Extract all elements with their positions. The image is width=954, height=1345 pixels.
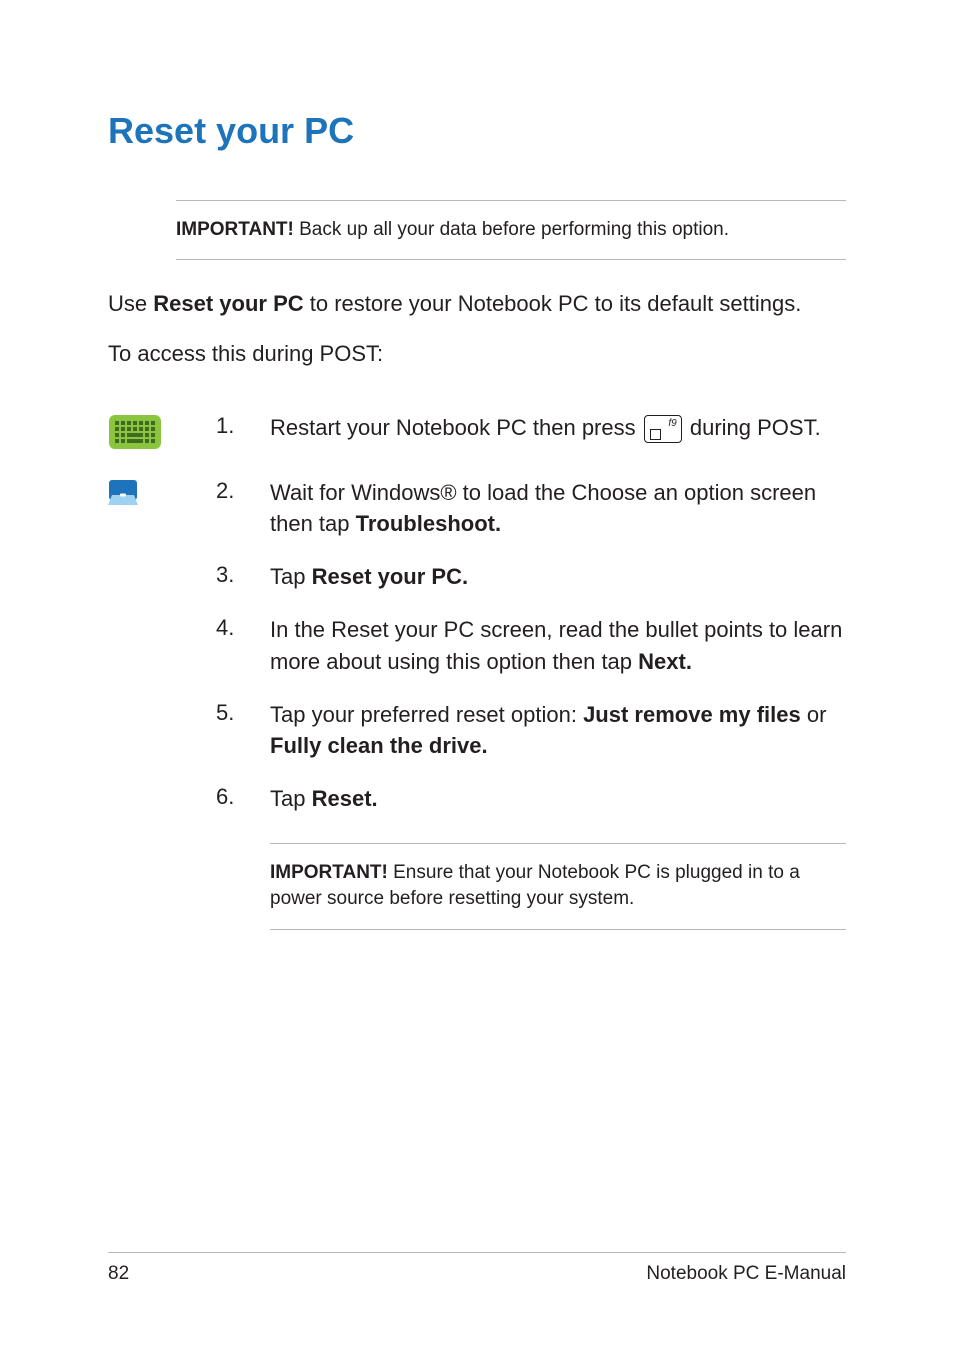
step-4: 4. In the Reset your PC screen, read the… bbox=[108, 614, 846, 676]
step-number: 2. bbox=[216, 477, 270, 504]
step-5: 5. Tap your preferred reset option: Just… bbox=[108, 699, 846, 761]
step-6-pre: Tap bbox=[270, 786, 312, 811]
footer-title: Notebook PC E-Manual bbox=[646, 1263, 846, 1285]
step-1-pre: Restart your Notebook PC then press bbox=[270, 415, 642, 440]
callout-bottom-label: IMPORTANT! bbox=[270, 862, 388, 883]
step-number: 1. bbox=[216, 412, 270, 439]
callout-bottom: IMPORTANT! Ensure that your Notebook PC … bbox=[270, 843, 846, 930]
step-number: 5. bbox=[216, 699, 270, 726]
f9-key-icon bbox=[644, 415, 682, 443]
step-2-pre: Wait for Windows® to load the Choose an … bbox=[270, 480, 816, 536]
step-text: Wait for Windows® to load the Choose an … bbox=[270, 477, 846, 539]
step-6-bold: Reset. bbox=[312, 786, 378, 811]
step-text: Restart your Notebook PC then press duri… bbox=[270, 412, 846, 443]
step-5-bold: Just remove my files bbox=[583, 702, 801, 727]
keyboard-icon bbox=[108, 414, 162, 455]
step-5-pre: Tap your preferred reset option: bbox=[270, 702, 583, 727]
intro-bold: Reset your PC bbox=[153, 291, 303, 316]
page-footer: 82 Notebook PC E-Manual bbox=[0, 1252, 954, 1345]
step-number: 3. bbox=[216, 561, 270, 588]
page-number: 82 bbox=[108, 1263, 129, 1285]
step-text: Tap Reset. IMPORTANT! Ensure that your N… bbox=[270, 783, 846, 929]
step-2: 2. Wait for Windows® to load the Choose … bbox=[108, 477, 846, 539]
step-1-post: during POST. bbox=[684, 415, 821, 440]
intro-text: Use Reset your PC to restore your Notebo… bbox=[108, 288, 846, 320]
callout-top-text: Back up all your data before performing … bbox=[294, 219, 729, 240]
step-text: In the Reset your PC screen, read the bu… bbox=[270, 614, 846, 676]
intro-post: to restore your Notebook PC to its defau… bbox=[304, 291, 802, 316]
step-3-bold: Reset your PC. bbox=[312, 564, 469, 589]
desktop-icon bbox=[108, 479, 138, 510]
step-1: 1. Restart your Notebook PC then press d… bbox=[108, 412, 846, 455]
intro-pre: Use bbox=[108, 291, 153, 316]
callout-top: IMPORTANT! Back up all your data before … bbox=[176, 200, 846, 260]
step-5-bold2: Fully clean the drive. bbox=[270, 733, 488, 758]
callout-top-label: IMPORTANT! bbox=[176, 219, 294, 240]
step-6: 6. Tap Reset. IMPORTANT! Ensure that you… bbox=[108, 783, 846, 929]
step-number: 6. bbox=[216, 783, 270, 810]
access-text: To access this during POST: bbox=[108, 338, 846, 370]
step-2-bold: Troubleshoot. bbox=[356, 511, 501, 536]
step-text: Tap your preferred reset option: Just re… bbox=[270, 699, 846, 761]
step-5-mid: or bbox=[801, 702, 827, 727]
step-number: 4. bbox=[216, 614, 270, 641]
step-3-pre: Tap bbox=[270, 564, 312, 589]
step-4-pre: In the Reset your PC screen, read the bu… bbox=[270, 617, 842, 673]
step-text: Tap Reset your PC. bbox=[270, 561, 846, 592]
page-heading: Reset your PC bbox=[108, 110, 846, 152]
step-3: 3. Tap Reset your PC. bbox=[108, 561, 846, 592]
step-4-bold: Next. bbox=[638, 649, 692, 674]
